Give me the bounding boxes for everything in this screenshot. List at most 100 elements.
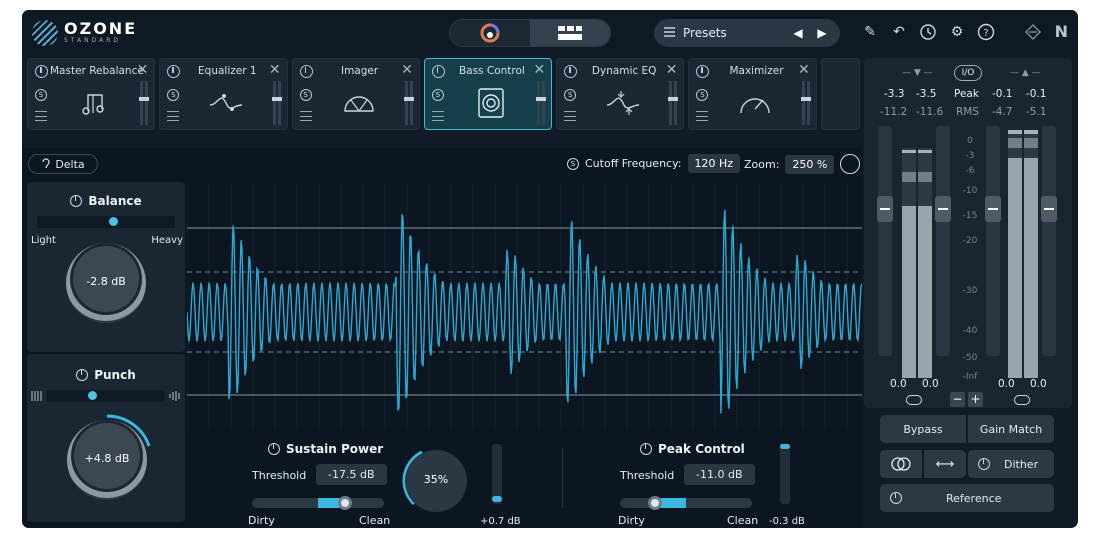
- input-dropdown-icon[interactable]: — ▼ —: [902, 68, 933, 78]
- sustain-amount-knob[interactable]: 35%: [405, 450, 467, 512]
- io-toggle[interactable]: I/O: [954, 65, 982, 81]
- punch-knob[interactable]: +4.8 dB: [67, 420, 147, 500]
- reference-power-icon[interactable]: [890, 492, 902, 504]
- sustain-dirty-clean-slider[interactable]: [252, 496, 384, 510]
- module-name: Imager: [340, 65, 379, 77]
- dither-power-icon[interactable]: [978, 458, 990, 470]
- punch-power-icon[interactable]: [76, 369, 89, 381]
- balance-power-icon[interactable]: [70, 195, 83, 207]
- balance-slider[interactable]: [37, 216, 175, 228]
- module-power-icon[interactable]: [299, 65, 313, 78]
- delta-button[interactable]: Delta: [28, 154, 98, 174]
- pencil-icon[interactable]: ✎: [860, 22, 880, 42]
- module-master-rebalance[interactable]: Master Rebalance ✕ S: [27, 58, 156, 130]
- module-name: Equalizer 1: [198, 65, 257, 77]
- help-icon[interactable]: ?: [976, 22, 996, 42]
- peak-threshold-value[interactable]: -11.0 dB: [684, 464, 755, 485]
- input-gain-left[interactable]: 0.0: [890, 378, 907, 390]
- peak-power-icon[interactable]: [640, 443, 652, 455]
- dither-button[interactable]: Dither: [968, 450, 1054, 478]
- presets-bar[interactable]: Presets ◀ ▶: [654, 19, 840, 47]
- bypass-button[interactable]: Bypass: [880, 415, 966, 443]
- close-icon[interactable]: ✕: [137, 62, 149, 78]
- sustain-power-icon[interactable]: [268, 443, 280, 455]
- module-maximizer[interactable]: Maximizer ✕ S: [688, 58, 817, 130]
- close-icon[interactable]: ✕: [666, 62, 678, 78]
- peak-dirty-label: Dirty: [618, 514, 645, 527]
- module-power-icon[interactable]: [167, 65, 181, 78]
- module-imager[interactable]: Imager ✕ S: [291, 58, 420, 130]
- output-fader-left-handle[interactable]: [985, 196, 1001, 222]
- input-fader-right[interactable]: [936, 126, 950, 356]
- sustain-threshold-value[interactable]: -17.5 dB: [316, 464, 387, 485]
- close-icon[interactable]: ✕: [269, 62, 281, 78]
- list-icon[interactable]: [564, 111, 577, 121]
- list-icon[interactable]: [167, 111, 180, 121]
- sustain-slider-thumb[interactable]: [338, 496, 352, 510]
- minus-button[interactable]: −: [950, 392, 965, 407]
- input-fader-left[interactable]: [878, 126, 892, 356]
- solo-icon[interactable]: S: [431, 89, 444, 101]
- solo-icon[interactable]: S: [167, 89, 180, 101]
- sustain-threshold-label: Threshold: [252, 469, 307, 482]
- undo-icon[interactable]: ↶: [889, 22, 909, 42]
- gain-match-button[interactable]: Gain Match: [968, 415, 1054, 443]
- module-dynamic-eq[interactable]: Dynamic EQ ✕ S: [556, 58, 685, 130]
- module-name: Dynamic EQ: [591, 65, 657, 77]
- peak-dirty-clean-slider[interactable]: [620, 496, 752, 510]
- list-icon[interactable]: [299, 111, 312, 121]
- stereo-mode-button[interactable]: [880, 450, 922, 478]
- close-icon[interactable]: ✕: [798, 62, 810, 78]
- izotope-logo-icon: [1023, 22, 1043, 42]
- swap-channels-button[interactable]: ⟷: [924, 450, 966, 478]
- balance-slider-thumb[interactable]: [109, 217, 118, 226]
- input-fader-left-handle[interactable]: [877, 196, 893, 222]
- close-icon[interactable]: ✕: [533, 62, 545, 78]
- sustain-title: Sustain Power: [286, 442, 384, 456]
- gear-icon[interactable]: ⚙: [947, 22, 967, 42]
- preset-next-button[interactable]: ▶: [814, 26, 830, 40]
- module-power-icon[interactable]: [696, 65, 710, 78]
- output-gain-right[interactable]: 0.0: [1030, 378, 1047, 390]
- solo-icon[interactable]: S: [299, 89, 312, 101]
- io-meters: — ▼ — I/O — ▲ — -3.3 -3.5 Peak -0.1 -0.1…: [864, 58, 1072, 408]
- input-fader-right-handle[interactable]: [935, 196, 951, 222]
- punch-slider[interactable]: [47, 390, 165, 402]
- solo-icon[interactable]: S: [567, 157, 579, 170]
- module-view-button[interactable]: [530, 20, 610, 46]
- list-icon[interactable]: [696, 111, 709, 121]
- output-link-icon[interactable]: [1014, 395, 1030, 405]
- module-equalizer-1[interactable]: Equalizer 1 ✕ S: [159, 58, 288, 130]
- solo-icon[interactable]: S: [35, 89, 47, 101]
- solo-icon[interactable]: S: [696, 89, 709, 101]
- history-icon[interactable]: [918, 22, 938, 42]
- plus-button[interactable]: +: [968, 392, 983, 407]
- input-peak-right: -3.5: [916, 88, 937, 100]
- output-dropdown-icon[interactable]: — ▲ —: [1010, 68, 1041, 78]
- module-bass-control[interactable]: Bass Control ✕ S: [423, 58, 553, 130]
- balance-knob[interactable]: -2.8 dB: [66, 243, 146, 323]
- close-icon[interactable]: ✕: [401, 62, 413, 78]
- punch-slider-thumb[interactable]: [88, 391, 97, 400]
- list-icon[interactable]: [35, 111, 47, 121]
- module-power-icon[interactable]: [564, 65, 578, 78]
- output-gain-left[interactable]: 0.0: [998, 378, 1015, 390]
- zoom-value[interactable]: 250 %: [785, 154, 835, 174]
- output-fader-right-handle[interactable]: [1041, 196, 1057, 222]
- input-link-icon[interactable]: [906, 395, 922, 405]
- solo-icon[interactable]: S: [564, 89, 577, 101]
- output-fader-right[interactable]: [1042, 126, 1056, 356]
- module-power-icon[interactable]: [431, 65, 445, 78]
- preset-prev-button[interactable]: ◀: [790, 26, 806, 40]
- assistant-view-button[interactable]: [450, 20, 530, 46]
- cutoff-value[interactable]: 120 Hz: [687, 154, 741, 173]
- reference-button[interactable]: Reference: [880, 484, 1054, 512]
- reset-zoom-icon[interactable]: [840, 154, 861, 174]
- list-icon[interactable]: [431, 111, 444, 121]
- module-empty-slot[interactable]: [820, 58, 860, 130]
- assistant-icon: [480, 23, 500, 43]
- input-gain-right[interactable]: 0.0: [922, 378, 939, 390]
- peak-slider-thumb[interactable]: [648, 496, 662, 510]
- module-power-icon[interactable]: [35, 65, 48, 78]
- output-fader-left[interactable]: [986, 126, 1000, 356]
